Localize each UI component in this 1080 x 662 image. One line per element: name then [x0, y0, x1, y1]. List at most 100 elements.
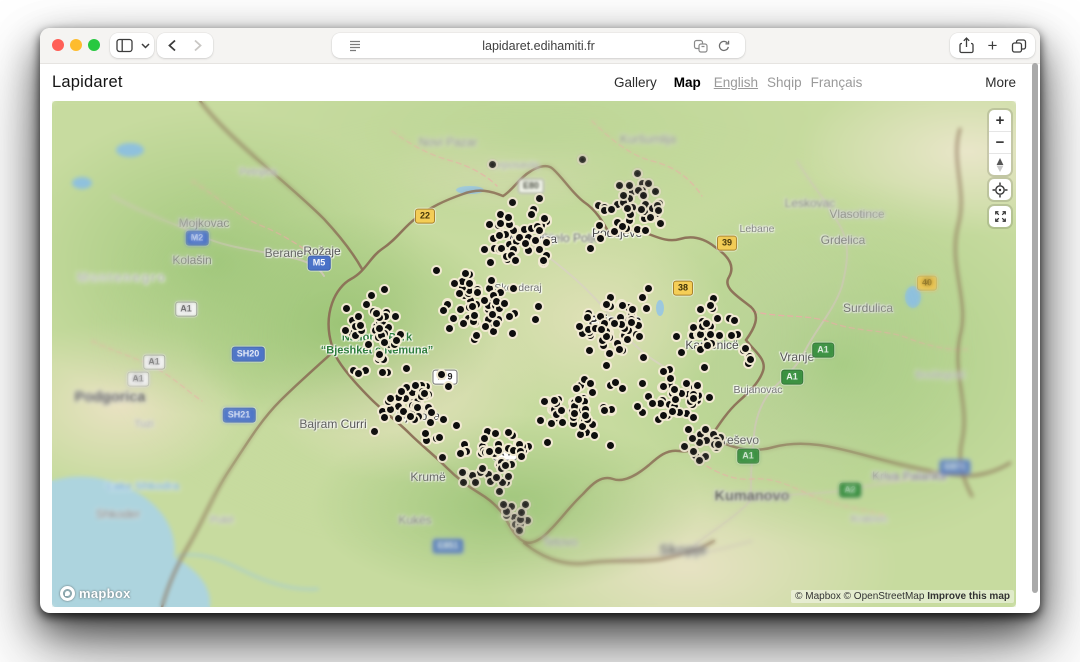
map-marker[interactable]	[627, 211, 634, 218]
map-marker[interactable]	[685, 426, 692, 433]
map-marker[interactable]	[559, 419, 566, 426]
compass-button[interactable]	[989, 153, 1011, 175]
map-marker[interactable]	[365, 341, 372, 348]
map-marker[interactable]	[387, 406, 394, 413]
map-marker[interactable]	[387, 395, 394, 402]
nav-more[interactable]: More	[985, 75, 1016, 90]
map-marker[interactable]	[601, 407, 608, 414]
map-marker[interactable]	[493, 298, 500, 305]
map-marker[interactable]	[440, 416, 447, 423]
map-marker[interactable]	[634, 170, 641, 177]
map-marker[interactable]	[703, 320, 710, 327]
map-marker[interactable]	[518, 453, 525, 460]
reader-icon[interactable]	[342, 33, 368, 58]
map-marker[interactable]	[456, 290, 463, 297]
back-button[interactable]	[159, 33, 185, 58]
map-marker[interactable]	[582, 412, 589, 419]
forward-button[interactable]	[185, 33, 211, 58]
map-marker[interactable]	[378, 332, 385, 339]
map-marker[interactable]	[516, 441, 523, 448]
map-marker[interactable]	[575, 396, 582, 403]
map-marker[interactable]	[543, 239, 550, 246]
map-marker[interactable]	[403, 365, 410, 372]
map-marker[interactable]	[422, 430, 429, 437]
map-marker[interactable]	[500, 501, 507, 508]
map-marker[interactable]	[620, 192, 627, 199]
map-marker[interactable]	[355, 370, 362, 377]
map-marker[interactable]	[608, 206, 615, 213]
map-marker[interactable]	[619, 385, 626, 392]
map-marker[interactable]	[541, 398, 548, 405]
map-marker[interactable]	[517, 516, 524, 523]
map-marker[interactable]	[460, 320, 467, 327]
map-marker[interactable]	[427, 419, 434, 426]
map-marker[interactable]	[576, 323, 583, 330]
map-marker[interactable]	[433, 267, 440, 274]
map-marker[interactable]	[439, 454, 446, 461]
map-marker[interactable]	[660, 368, 667, 375]
map-marker[interactable]	[617, 314, 624, 321]
map-marker[interactable]	[368, 292, 375, 299]
map-marker[interactable]	[481, 246, 488, 253]
map-marker[interactable]	[657, 400, 664, 407]
map-marker[interactable]	[509, 330, 516, 337]
map-marker[interactable]	[697, 331, 704, 338]
map-marker[interactable]	[461, 441, 468, 448]
map-marker[interactable]	[747, 356, 754, 363]
map-marker[interactable]	[606, 350, 613, 357]
map-marker[interactable]	[696, 439, 703, 446]
map-marker[interactable]	[393, 337, 400, 344]
zoom-window-button[interactable]	[88, 39, 100, 51]
map-marker[interactable]	[371, 428, 378, 435]
map-marker[interactable]	[522, 501, 529, 508]
map-marker[interactable]	[450, 315, 457, 322]
map-marker[interactable]	[597, 235, 604, 242]
map-marker[interactable]	[540, 257, 547, 264]
map-marker[interactable]	[589, 389, 596, 396]
map-marker[interactable]	[690, 324, 697, 331]
map-marker[interactable]	[624, 205, 631, 212]
map-marker[interactable]	[423, 437, 430, 444]
map-marker[interactable]	[643, 305, 650, 312]
map-marker[interactable]	[573, 385, 580, 392]
map-marker[interactable]	[640, 192, 647, 199]
map-marker[interactable]	[660, 383, 667, 390]
map-marker[interactable]	[642, 227, 649, 234]
map-marker[interactable]	[638, 206, 645, 213]
map-marker[interactable]	[607, 442, 614, 449]
map-marker[interactable]	[596, 222, 603, 229]
map-marker[interactable]	[532, 237, 539, 244]
map-marker[interactable]	[508, 461, 515, 468]
map-marker[interactable]	[505, 473, 512, 480]
map-marker[interactable]	[459, 469, 466, 476]
map-marker[interactable]	[584, 314, 591, 321]
map-marker[interactable]	[481, 435, 488, 442]
map-marker[interactable]	[532, 316, 539, 323]
map-marker[interactable]	[381, 286, 388, 293]
map-marker[interactable]	[645, 180, 652, 187]
map-marker[interactable]	[697, 346, 704, 353]
map-marker[interactable]	[673, 333, 680, 340]
map-marker[interactable]	[457, 306, 464, 313]
map-marker[interactable]	[497, 220, 504, 227]
map-marker[interactable]	[672, 396, 679, 403]
map-marker[interactable]	[460, 479, 467, 486]
map-marker[interactable]	[488, 277, 495, 284]
map-marker[interactable]	[626, 217, 633, 224]
map-marker[interactable]	[612, 379, 619, 386]
map-marker[interactable]	[482, 323, 489, 330]
map-marker[interactable]	[474, 289, 481, 296]
map-canvas[interactable]: MojkovacBijelo PoljeKolašinBeraneRožajeP…	[52, 101, 1016, 607]
map-marker[interactable]	[742, 345, 749, 352]
share-icon[interactable]	[954, 33, 980, 58]
map-marker[interactable]	[587, 380, 594, 387]
map-marker[interactable]	[493, 474, 500, 481]
map-marker[interactable]	[608, 406, 615, 413]
map-marker[interactable]	[652, 188, 659, 195]
address-bar[interactable]: lapidaret.edihamiti.fr	[332, 33, 745, 58]
map-marker[interactable]	[438, 371, 445, 378]
map-marker[interactable]	[457, 450, 464, 457]
attribution-osm-link[interactable]: © OpenStreetMap	[844, 591, 925, 602]
map-marker[interactable]	[362, 367, 369, 374]
map-marker[interactable]	[701, 364, 708, 371]
